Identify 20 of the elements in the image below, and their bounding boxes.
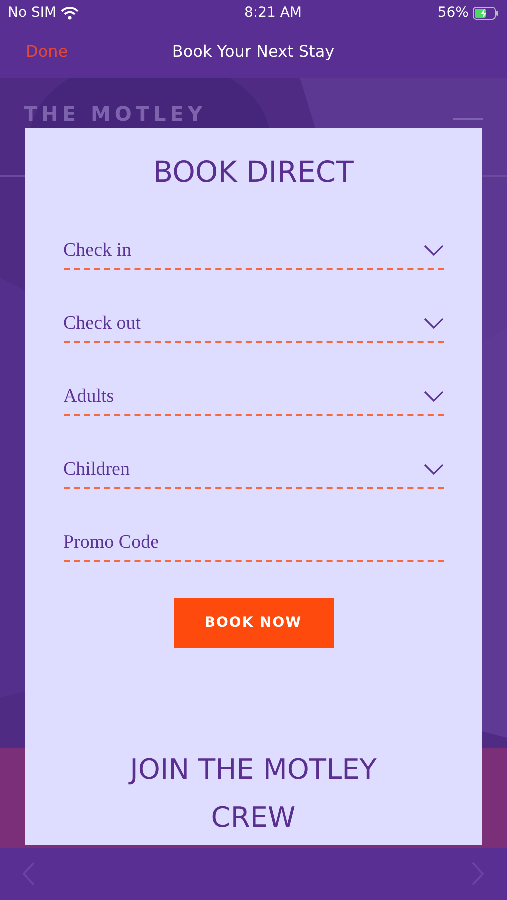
input-field[interactable]: Promo Code <box>64 528 444 558</box>
battery-icon <box>472 6 499 20</box>
input-field[interactable]: Children <box>64 456 424 484</box>
battery-percent: 56% <box>438 4 469 22</box>
input-field[interactable]: Check out <box>64 310 424 338</box>
nav-title: Book Your Next Stay <box>172 41 335 63</box>
carrier-label: No SIM <box>8 4 57 22</box>
chevron-down-icon <box>424 245 444 257</box>
clock: 8:21 AM <box>244 4 302 22</box>
logo-text: THE MOTLEY <box>24 102 206 126</box>
input-field[interactable]: Adults <box>64 382 424 412</box>
chevron-down-icon <box>424 464 444 476</box>
chevron-down-icon <box>424 318 444 330</box>
input-field[interactable]: Check in <box>64 236 424 266</box>
wifi-icon <box>60 6 79 20</box>
done-button[interactable]: Done <box>26 40 68 64</box>
join-heading: JOIN THE MOTLEY CREW <box>128 752 378 836</box>
book-now-button[interactable]: BOOK NOW <box>174 598 334 648</box>
card-title: BOOK DIRECT <box>153 154 354 191</box>
chevron-down-icon <box>424 391 444 403</box>
